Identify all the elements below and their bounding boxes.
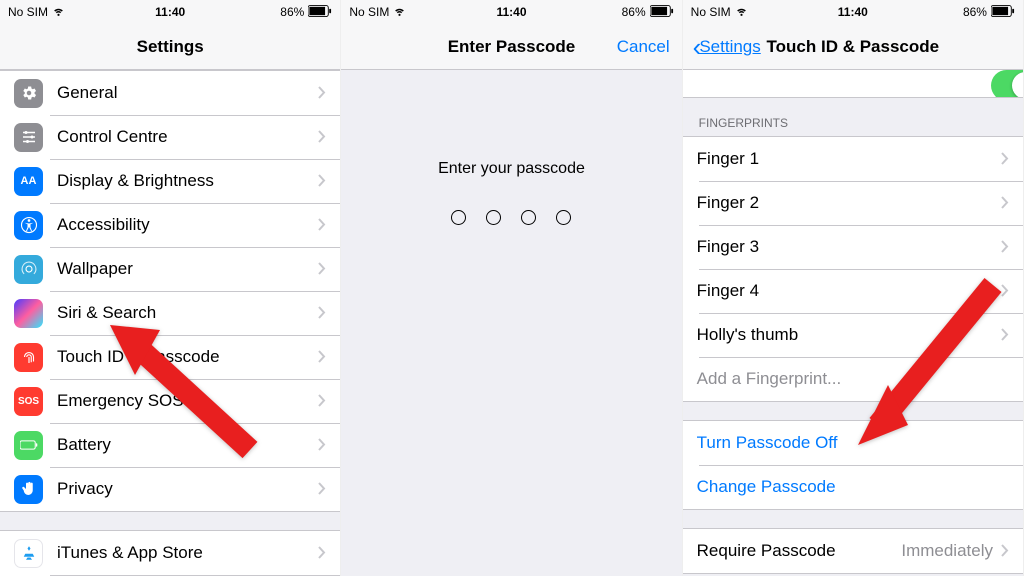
clock: 11:40 — [155, 5, 185, 19]
chevron-right-icon — [318, 434, 326, 457]
passcode-dot — [521, 210, 536, 225]
row-finger[interactable]: Finger 2 — [683, 181, 1023, 225]
screen-passcode: No SIM 11:40 86% Enter Passcode Cancel E… — [341, 0, 682, 576]
chevron-right-icon — [1001, 192, 1009, 215]
passcode-dot — [486, 210, 501, 225]
chevron-right-icon — [318, 302, 326, 325]
hand-icon — [14, 475, 43, 504]
chevron-right-icon — [318, 258, 326, 281]
chevron-right-icon — [318, 346, 326, 369]
chevron-right-icon — [1001, 540, 1009, 563]
chevron-right-icon — [318, 214, 326, 237]
wifi-icon — [735, 4, 748, 20]
screen-settings: No SIM 11:40 86% Settings General Contro… — [0, 0, 341, 576]
row-change-passcode[interactable]: Change Passcode — [683, 465, 1023, 509]
cancel-button[interactable]: Cancel — [617, 37, 670, 57]
nav-title: Enter Passcode — [448, 37, 576, 57]
status-bar: No SIM 11:40 86% — [0, 0, 340, 24]
battery-icon — [991, 5, 1015, 20]
row-add-fingerprint[interactable]: Add a Fingerprint... — [683, 357, 1023, 401]
chevron-right-icon — [318, 126, 326, 149]
appstore-icon — [14, 539, 43, 568]
row-wallpaper[interactable]: Wallpaper — [0, 247, 340, 291]
fingerprint-icon — [14, 343, 43, 372]
row-finger[interactable]: Holly's thumb — [683, 313, 1023, 357]
siri-icon — [14, 299, 43, 328]
battery-percent: 86% — [280, 5, 304, 19]
status-bar: No SIM 11:40 86% — [683, 0, 1023, 24]
screen-touchid: No SIM 11:40 86% ‹Settings Touch ID & Pa… — [683, 0, 1024, 576]
row-general[interactable]: General — [0, 71, 340, 115]
chevron-right-icon — [318, 542, 326, 565]
row-display[interactable]: AADisplay & Brightness — [0, 159, 340, 203]
gear-icon — [14, 79, 43, 108]
row-control-centre[interactable]: Control Centre — [0, 115, 340, 159]
passcode-dots[interactable] — [451, 210, 571, 225]
nav-title: Settings — [137, 37, 204, 57]
row-accessibility[interactable]: Accessibility — [0, 203, 340, 247]
display-icon: AA — [14, 167, 43, 196]
row-touchid[interactable]: Touch ID & Passcode — [0, 335, 340, 379]
passcode-prompt: Enter your passcode — [438, 160, 585, 178]
nav-bar: Enter Passcode Cancel — [341, 24, 681, 70]
row-battery[interactable]: Battery — [0, 423, 340, 467]
battery-icon — [14, 431, 43, 460]
sos-icon: SOS — [14, 387, 43, 416]
chevron-right-icon — [318, 170, 326, 193]
chevron-right-icon — [1001, 148, 1009, 171]
chevron-right-icon — [318, 82, 326, 105]
passcode-dot — [556, 210, 571, 225]
row-finger[interactable]: Finger 4 — [683, 269, 1023, 313]
accessibility-icon — [14, 211, 43, 240]
control-centre-icon — [14, 123, 43, 152]
wifi-icon — [393, 4, 406, 20]
chevron-right-icon — [1001, 280, 1009, 303]
wifi-icon — [52, 4, 65, 20]
nav-title: Touch ID & Passcode — [767, 37, 940, 57]
toggle-switch[interactable] — [991, 70, 1023, 98]
wallpaper-icon — [14, 255, 43, 284]
row-privacy[interactable]: Privacy — [0, 467, 340, 511]
row-sos[interactable]: SOSEmergency SOS — [0, 379, 340, 423]
row-require-passcode[interactable]: Require PasscodeImmediately — [683, 529, 1023, 573]
status-bar: No SIM 11:40 86% — [341, 0, 681, 24]
carrier-label: No SIM — [8, 5, 48, 19]
nav-bar: Settings — [0, 24, 340, 70]
row-siri[interactable]: Siri & Search — [0, 291, 340, 335]
chevron-right-icon — [318, 478, 326, 501]
section-header-fingerprints: Fingerprints — [683, 98, 1023, 136]
row-finger[interactable]: Finger 1 — [683, 137, 1023, 181]
row-turn-passcode-off[interactable]: Turn Passcode Off — [683, 421, 1023, 465]
nav-bar: ‹Settings Touch ID & Passcode — [683, 24, 1023, 70]
battery-icon — [650, 5, 674, 20]
row-finger[interactable]: Finger 3 — [683, 225, 1023, 269]
chevron-right-icon — [1001, 236, 1009, 259]
chevron-right-icon — [318, 390, 326, 413]
passcode-dot — [451, 210, 466, 225]
battery-icon — [308, 5, 332, 20]
chevron-right-icon — [1001, 324, 1009, 347]
back-button[interactable]: ‹Settings — [693, 34, 761, 60]
row-itunes[interactable]: iTunes & App Store — [0, 531, 340, 575]
